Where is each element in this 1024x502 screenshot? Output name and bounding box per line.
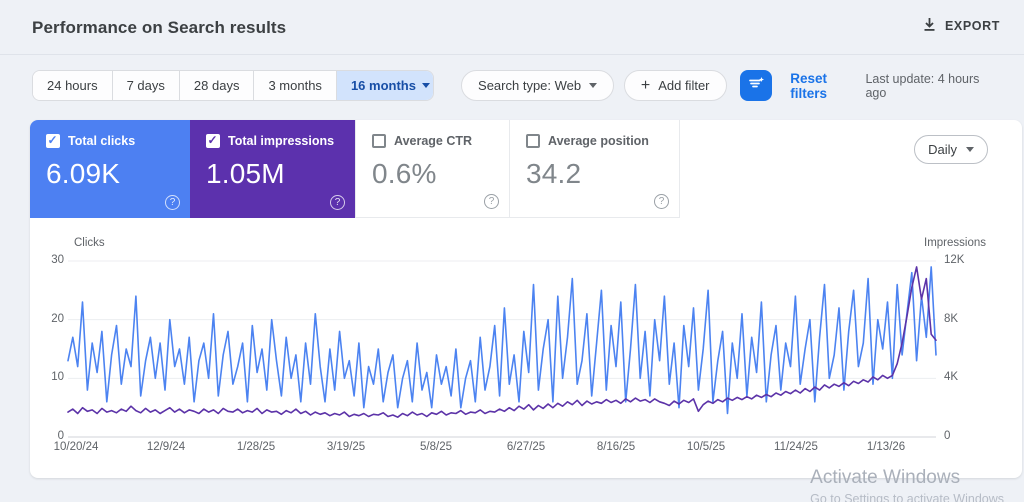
granularity-dropdown[interactable]: Daily (914, 135, 988, 164)
axis-tick-label: 1/13/26 (866, 441, 906, 453)
axis-tick-label: 10 (51, 371, 64, 384)
axis-tick-label: 20 (51, 312, 64, 325)
metric-label: Average CTR (394, 134, 473, 148)
metric-tabs: Total clicks 6.09K ? Total impressions 1… (30, 120, 680, 218)
help-icon[interactable]: ? (484, 194, 499, 209)
checkbox-average-position[interactable] (526, 134, 540, 148)
metric-label: Total impressions (228, 134, 335, 148)
chevron-down-icon (421, 83, 430, 88)
help-icon[interactable]: ? (165, 195, 180, 210)
search-type-dropdown[interactable]: Search type: Web (461, 70, 615, 101)
axis-tick-label: 5/8/25 (420, 441, 452, 453)
metric-value: 34.2 (526, 158, 582, 189)
checkbox-average-ctr[interactable] (372, 134, 386, 148)
date-range-24-hours[interactable]: 24 hours (33, 71, 112, 100)
watermark-line2: Go to Settings to activate Windows (810, 492, 1004, 502)
search-type-label: Search type: Web (478, 78, 582, 93)
axis-tick-label: 4K (944, 371, 959, 384)
axis-tick-label: 12/9/24 (146, 441, 186, 453)
axis-tick-label: 10/5/25 (686, 441, 726, 453)
axis-tick-label: 30 (51, 254, 64, 266)
reset-filters-link[interactable]: Reset filters (790, 71, 865, 101)
chevron-down-icon (966, 147, 974, 152)
tab-total-impressions[interactable]: Total impressions 1.05M ? (190, 120, 355, 218)
chevron-down-icon (589, 83, 598, 88)
export-label: EXPORT (945, 19, 1000, 33)
date-range-group: 24 hours 7 days 28 days 3 months 16 mont… (32, 70, 434, 101)
metric-value: 0.6% (372, 158, 437, 189)
page-title: Performance on Search results (32, 18, 287, 37)
chip-label: 3 months (268, 78, 322, 93)
filter-bar: 24 hours 7 days 28 days 3 months 16 mont… (32, 70, 1000, 101)
chip-label: 7 days (126, 78, 165, 93)
chart-plot[interactable] (67, 260, 937, 438)
axis-tick-label: 1/28/25 (236, 441, 276, 453)
chip-label: 28 days (193, 78, 240, 93)
date-range-7-days[interactable]: 7 days (111, 71, 179, 100)
tab-total-clicks[interactable]: Total clicks 6.09K ? (30, 120, 190, 218)
last-update-text: Last update: 4 hours ago (865, 71, 980, 100)
axis-tick-label: 10/20/24 (53, 441, 99, 453)
axis-tick-label: 8/16/25 (596, 441, 636, 453)
left-axis-title: Clicks (74, 237, 105, 249)
add-filter-button[interactable]: + Add filter (623, 70, 727, 101)
checkbox-total-impressions[interactable] (206, 133, 220, 148)
tune-sparkle-icon (748, 75, 765, 97)
performance-card: Total clicks 6.09K ? Total impressions 1… (30, 120, 1022, 478)
right-axis-title: Impressions (924, 237, 986, 249)
metric-value: 1.05M (206, 158, 285, 189)
checkbox-total-clicks[interactable] (46, 133, 60, 148)
axis-tick-label: 3/19/25 (326, 441, 366, 453)
metric-label: Total clicks (68, 134, 136, 148)
granularity-label: Daily (928, 142, 957, 157)
export-button[interactable]: EXPORT (922, 17, 1000, 35)
axis-tick-label: 11/24/25 (774, 441, 818, 453)
timeseries-chart[interactable]: Clicks Impressions 30 20 10 0 12K 8K 4K 0 10/2… (30, 235, 1022, 478)
axis-tick-label: 12K (944, 254, 965, 266)
tab-average-ctr[interactable]: Average CTR 0.6% ? (355, 120, 510, 218)
plus-icon: + (640, 76, 651, 94)
axis-tick-label: 8K (944, 312, 959, 325)
metric-value: 6.09K (46, 158, 121, 189)
help-icon[interactable]: ? (330, 195, 345, 210)
page-header: Performance on Search results EXPORT (0, 0, 1024, 55)
axis-tick-label: 6/27/25 (506, 441, 546, 453)
date-range-3-months[interactable]: 3 months (253, 71, 336, 100)
axis-tick-label: 0 (944, 430, 951, 442)
help-icon[interactable]: ? (654, 194, 669, 209)
add-filter-label: Add filter (658, 78, 710, 93)
metric-label: Average position (548, 134, 649, 148)
date-range-28-days[interactable]: 28 days (178, 71, 254, 100)
download-icon (922, 17, 937, 35)
filter-tune-button[interactable] (740, 70, 773, 101)
chip-label: 24 hours (47, 78, 98, 93)
chip-label: 16 months (350, 78, 416, 93)
date-range-16-months[interactable]: 16 months (335, 71, 433, 100)
tab-average-position[interactable]: Average position 34.2 ? (510, 120, 680, 218)
